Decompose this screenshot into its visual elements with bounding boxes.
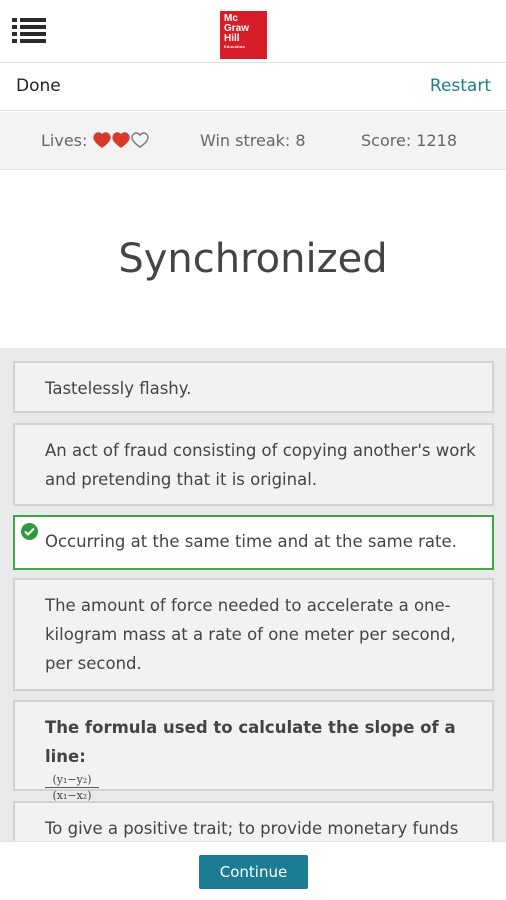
answer-option-5[interactable]: The formula used to calculate the slope … <box>13 700 494 802</box>
logo-line-4: Education <box>224 44 246 49</box>
answer-option-4[interactable]: The amount of force needed to accelerate… <box>13 578 494 691</box>
restart-button[interactable]: Restart <box>430 76 491 96</box>
hamburger-menu-icon[interactable] <box>12 17 46 43</box>
answer-option-6[interactable]: To give a positive trait; to provide mon… <box>13 801 494 841</box>
answer-option-text: Occurring at the same time and at the sa… <box>45 532 457 551</box>
footer-bar: Continue <box>0 841 506 900</box>
top-bar: Mc Graw Hill Education <box>0 0 506 63</box>
mcgraw-hill-logo: Mc Graw Hill Education <box>220 11 267 59</box>
answer-option-text: The formula used to calculate the slope … <box>45 718 456 766</box>
fraction-bar <box>45 787 99 788</box>
nav-bar: Done Restart <box>0 63 506 111</box>
heart-full-icon <box>112 132 131 148</box>
answer-option-3[interactable]: Occurring at the same time and at the sa… <box>13 515 494 570</box>
check-icon <box>21 523 38 540</box>
hearts-group <box>93 132 150 152</box>
answer-option-content: The formula used to calculate the slope … <box>45 713 476 802</box>
fraction-numerator: (y₁−y₂) <box>52 773 92 786</box>
done-button[interactable]: Done <box>16 76 61 96</box>
lives-label: Lives: <box>41 131 88 150</box>
status-bar: Lives: Win streak: 8 Score: 1218 <box>0 112 506 170</box>
heart-empty-icon <box>131 132 150 148</box>
logo-line-3: Hill <box>224 33 240 44</box>
answer-option-text: Tastelessly flashy. <box>45 379 192 398</box>
answer-option-text: An act of fraud consisting of copying an… <box>45 441 476 489</box>
win-streak: Win streak: 8 <box>200 131 306 150</box>
answer-option-2[interactable]: An act of fraud consisting of copying an… <box>13 423 494 506</box>
answer-option-text: The amount of force needed to accelerate… <box>45 596 456 673</box>
heart-full-icon <box>93 132 112 148</box>
score: Score: 1218 <box>361 131 458 150</box>
continue-button[interactable]: Continue <box>199 855 308 889</box>
question-area: Synchronized <box>0 171 506 348</box>
answer-option-text: To give a positive trait; to provide mon… <box>45 819 459 838</box>
question-word: Synchronized <box>118 236 388 282</box>
answer-options: Tastelessly flashy. An act of fraud cons… <box>0 348 506 841</box>
slope-fraction: (y₁−y₂) (x₁−x₂) <box>45 773 99 802</box>
answer-option-1[interactable]: Tastelessly flashy. <box>13 361 494 413</box>
lives-indicator: Lives: <box>41 131 150 152</box>
